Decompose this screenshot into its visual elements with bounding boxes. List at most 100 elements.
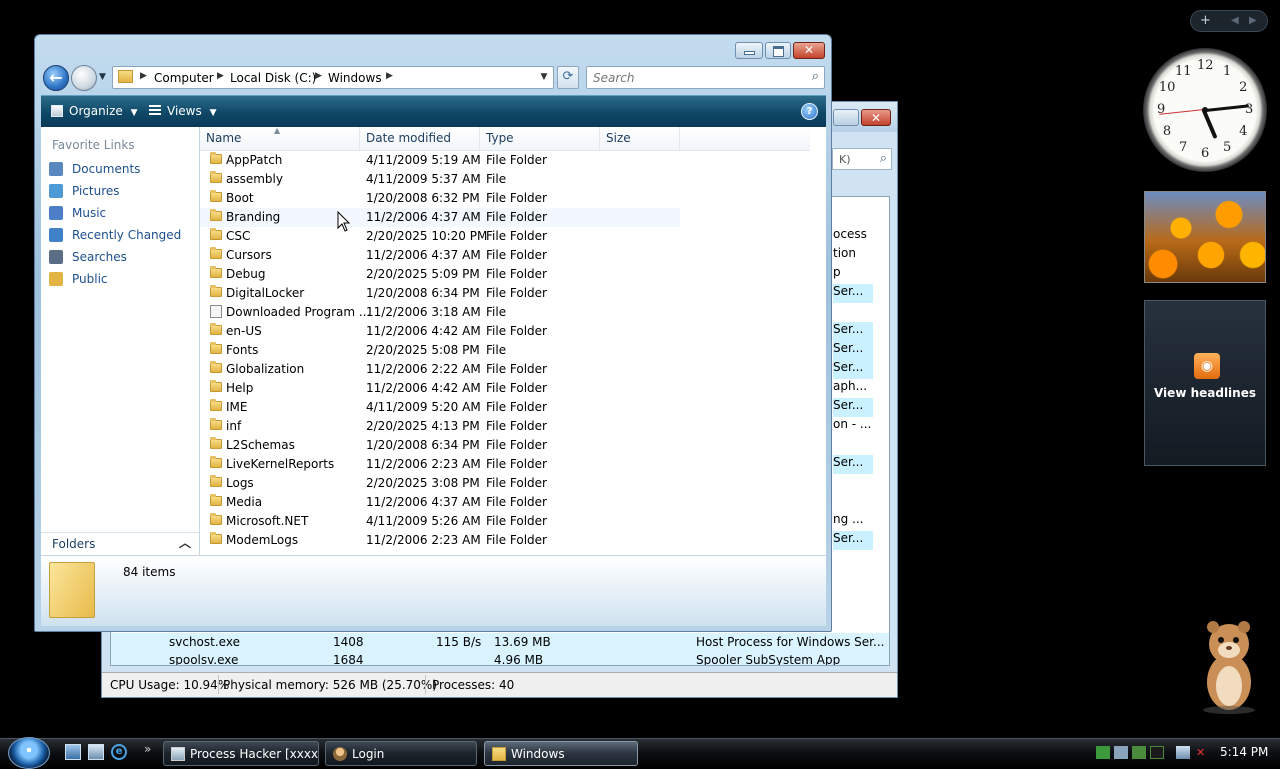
list-item[interactable]: LiveKernelReports 11/2/2006 2:23 AM File F…: [200, 455, 680, 474]
folder-icon: [210, 456, 222, 468]
taskbar-button-login[interactable]: Login: [325, 741, 477, 766]
clock-number: 10: [1158, 80, 1176, 95]
list-item[interactable]: assembly 4/11/2009 5:37 AM File: [200, 170, 680, 189]
process-hacker-search-field[interactable]: K) ⌕: [832, 148, 892, 170]
list-item[interactable]: DigitalLocker 1/20/2008 6:34 PM File Folde…: [200, 284, 680, 303]
address-dropdown-icon[interactable]: ▼: [535, 67, 553, 88]
next-page-icon[interactable]: ▶: [1249, 15, 1257, 26]
breadcrumb-separator-icon[interactable]: ▶: [140, 71, 147, 81]
start-button[interactable]: [8, 737, 50, 769]
previous-page-icon[interactable]: ◀: [1231, 15, 1239, 26]
feed-headlines-gadget[interactable]: ◉ View headlines: [1144, 300, 1266, 466]
switch-windows-icon[interactable]: [88, 744, 104, 760]
column-header-type[interactable]: Type: [480, 127, 600, 150]
process-description: Spooler SubSystem App: [696, 653, 841, 666]
network-connection-icon[interactable]: [1176, 746, 1190, 759]
search-box[interactable]: ⌕: [586, 66, 825, 89]
folder-icon: [210, 228, 222, 240]
slideshow-gadget[interactable]: [1144, 191, 1266, 283]
process-description-fragment: Ser...: [833, 455, 873, 474]
list-item[interactable]: Cursors 11/2/2006 4:37 AM File Folder: [200, 246, 680, 265]
column-header-size[interactable]: Size: [600, 127, 680, 150]
list-item[interactable]: Media 11/2/2006 4:37 AM File Folder: [200, 493, 680, 512]
breadcrumb-local-disk[interactable]: Local Disk (C:): [230, 71, 316, 85]
list-item[interactable]: Fonts 2/20/2025 5:08 PM File: [200, 341, 680, 360]
minimize-button[interactable]: [735, 42, 763, 59]
address-bar[interactable]: ▶ Computer ▶ Local Disk (C:) ▶ Windows ▶…: [112, 66, 554, 89]
list-item[interactable]: ModemLogs 11/2/2006 2:23 AM File Folder: [200, 531, 680, 550]
list-item[interactable]: Globalization 11/2/2006 2:22 AM File Folde…: [200, 360, 680, 379]
back-button[interactable]: ←: [43, 65, 69, 91]
minute-hand: [1205, 103, 1250, 112]
maximize-button[interactable]: [765, 42, 791, 59]
show-desktop-icon[interactable]: [65, 744, 81, 760]
list-item[interactable]: Branding 11/2/2006 4:37 AM File Folder: [200, 208, 680, 227]
forward-button[interactable]: [71, 65, 97, 91]
file-name: Help: [226, 381, 254, 395]
list-item[interactable]: Help 11/2/2006 4:42 AM File Folder: [200, 379, 680, 398]
column-label: Name: [206, 131, 242, 145]
list-item[interactable]: inf 2/20/2025 4:13 PM File Folder: [200, 417, 680, 436]
folder-icon: [492, 747, 506, 761]
quick-launch-more-icon[interactable]: »: [144, 742, 151, 756]
column-header-name[interactable]: Name ▲: [200, 127, 360, 150]
breadcrumb-computer[interactable]: Computer: [154, 71, 214, 85]
search-icon[interactable]: ⌕: [880, 151, 887, 166]
breadcrumb-separator-icon[interactable]: ▶: [217, 71, 224, 81]
view-headlines-link[interactable]: View headlines: [1145, 386, 1265, 400]
file-date-modified: 11/2/2006 2:23 AM: [366, 457, 481, 471]
taskbar-button-process-hacker[interactable]: Process Hacker [xxxx...: [163, 741, 319, 766]
add-gadget-button[interactable]: +: [1200, 13, 1211, 28]
folder-icon: [210, 399, 222, 411]
explorer-window[interactable]: ✕ ← ▼ ▶ Computer ▶ Local Disk (C:) ▶ Win…: [34, 34, 832, 632]
volume-muted-icon[interactable]: ✕: [1196, 746, 1210, 759]
sidebar-controls[interactable]: + ◀ ▶: [1190, 10, 1268, 32]
list-item[interactable]: CSC 2/20/2025 10:20 PM File Folder: [200, 227, 680, 246]
search-icon[interactable]: ⌕: [812, 69, 819, 84]
help-icon[interactable]: ?: [801, 103, 818, 120]
organize-button[interactable]: Organize ▼: [51, 104, 138, 118]
table-row[interactable]: spoolsv.exe 1684 4.96 MB Spooler SubSyst…: [111, 651, 889, 666]
file-list[interactable]: Name ▲ Date modified Type Size AppPatch 4/…: [200, 127, 826, 555]
close-button[interactable]: ✕: [793, 42, 825, 59]
list-item[interactable]: Microsoft.NET 4/11/2009 5:26 AM File Folde…: [200, 512, 680, 531]
tray-icon[interactable]: [1114, 746, 1128, 759]
breadcrumb-windows[interactable]: Windows: [328, 71, 382, 85]
mouse-cursor-icon: [337, 211, 351, 232]
refresh-button[interactable]: ⟳: [557, 66, 579, 89]
taskbar-button-windows[interactable]: Windows: [484, 741, 638, 766]
tray-icon[interactable]: [1132, 746, 1146, 759]
taskbar-clock[interactable]: 5:14 PM: [1220, 745, 1268, 759]
list-item[interactable]: Downloaded Program ... 11/2/2006 3:18 AM F…: [200, 303, 680, 322]
process-hacker-close-button[interactable]: ✕: [861, 109, 891, 126]
process-hacker-maximize-button[interactable]: [833, 109, 859, 126]
breadcrumb-separator-icon[interactable]: ▶: [315, 71, 322, 81]
process-io: 115 B/s: [436, 635, 482, 649]
file-type: File: [486, 343, 507, 357]
file-icon: [210, 305, 222, 318]
clock-number: 12: [1197, 58, 1214, 73]
column-header-date[interactable]: Date modified: [360, 127, 480, 150]
internet-explorer-icon[interactable]: e: [111, 744, 127, 760]
network-tray-icon[interactable]: [1096, 746, 1110, 759]
folders-toggle[interactable]: Folders ︿: [41, 532, 199, 556]
list-item[interactable]: L2Schemas 1/20/2008 6:34 PM File Folder: [200, 436, 680, 455]
list-item[interactable]: en-US 11/2/2006 4:42 AM File Folder: [200, 322, 680, 341]
list-item[interactable]: IME 4/11/2009 5:20 AM File Folder: [200, 398, 680, 417]
views-button[interactable]: Views ▼: [149, 104, 216, 118]
hamster-gadget[interactable]: [1198, 614, 1260, 714]
clock-gadget[interactable]: 12 1 2 3 4 5 6 7 8 9 10 11: [1143, 48, 1267, 172]
recent-pages-dropdown-icon[interactable]: ▼: [99, 72, 106, 82]
tray-icon[interactable]: [1150, 746, 1164, 759]
organize-icon: [51, 105, 63, 117]
list-item[interactable]: Boot 1/20/2008 6:32 PM File Folder: [200, 189, 680, 208]
organize-label: Organize: [69, 104, 123, 118]
list-item[interactable]: Debug 2/20/2025 5:09 PM File Folder: [200, 265, 680, 284]
list-item[interactable]: Logs 2/20/2025 3:08 PM File Folder: [200, 474, 680, 493]
file-type: File Folder: [486, 381, 547, 395]
file-type: File Folder: [486, 495, 547, 509]
table-row[interactable]: svchost.exe 1408 115 B/s 13.69 MB Host P…: [111, 633, 889, 652]
list-item[interactable]: AppPatch 4/11/2009 5:19 AM File Folder: [200, 151, 680, 170]
search-input[interactable]: [591, 70, 795, 86]
breadcrumb-separator-icon[interactable]: ▶: [386, 71, 393, 81]
